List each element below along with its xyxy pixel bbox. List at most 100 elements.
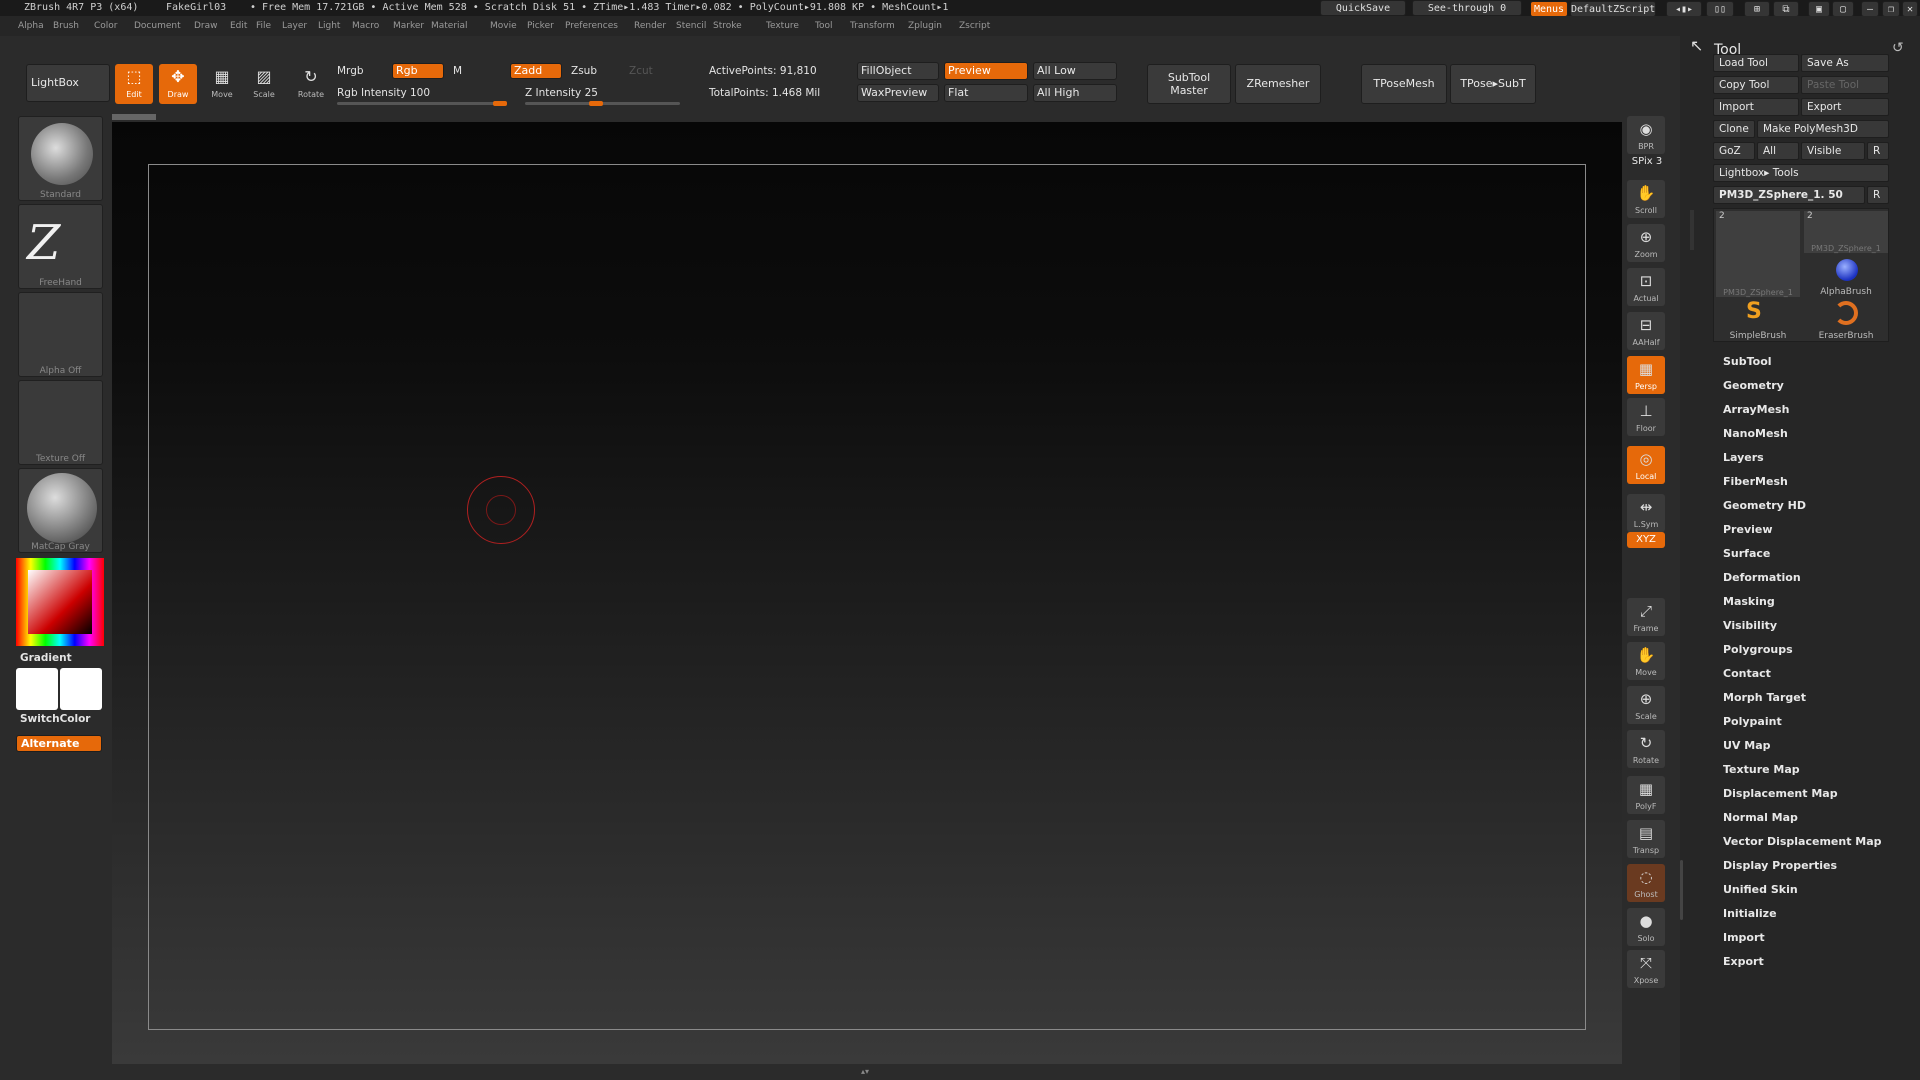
xyz-button[interactable]: ✣XYZ [1627, 532, 1665, 548]
goz-all-button[interactable]: All [1757, 142, 1799, 160]
paste-tool-button[interactable]: Paste Tool [1801, 76, 1889, 94]
menu-brush[interactable]: Brush [53, 16, 79, 36]
flat-button[interactable]: Flat [944, 84, 1028, 102]
switchcolor-button[interactable]: SwitchColor [20, 713, 91, 725]
window-layout-icon[interactable]: ⊞ [1744, 1, 1770, 17]
tool-thumb-simplebrush[interactable]: S SimpleBrush [1716, 299, 1800, 341]
menu-zplugin[interactable]: Zplugin [908, 16, 942, 36]
menu-stroke[interactable]: Stroke [713, 16, 742, 36]
subpalette-geometry[interactable]: Geometry [1723, 379, 1784, 392]
menu-movie[interactable]: Movie [490, 16, 517, 36]
all-low-button[interactable]: All Low [1033, 62, 1117, 80]
tool-thumb-eraserbrush[interactable]: EraserBrush [1804, 299, 1888, 341]
menu-layer[interactable]: Layer [282, 16, 307, 36]
polyf-button[interactable]: ▦ PolyF [1627, 776, 1665, 814]
color-picker[interactable] [16, 558, 104, 646]
lightbox-button[interactable]: LightBox [26, 64, 110, 102]
brush-selector[interactable]: Standard [18, 116, 103, 201]
zsub-button[interactable]: Zsub [571, 65, 597, 77]
tool-palette-pin-icon[interactable]: ↖ [1690, 36, 1703, 55]
rotate-button[interactable]: ↻ Rotate [1627, 730, 1665, 768]
rotate-button[interactable]: ↻ Rotate [292, 64, 330, 104]
goz-button[interactable]: GoZ [1713, 142, 1755, 160]
subpalette-polypaint[interactable]: Polypaint [1723, 715, 1782, 728]
tool-thumb-zsphere-a[interactable]: 2 PM3D_ZSphere_1 [1716, 211, 1800, 297]
menu-stencil[interactable]: Stencil [676, 16, 706, 36]
subpalette-surface[interactable]: Surface [1723, 547, 1770, 560]
copy-tool-button[interactable]: Copy Tool [1713, 76, 1799, 94]
main-color-swatch[interactable] [16, 668, 58, 710]
l-sym-button[interactable]: ⇹ L.Sym [1627, 494, 1665, 532]
quicksave-button[interactable]: QuickSave [1320, 0, 1406, 16]
menu-texture[interactable]: Texture [766, 16, 799, 36]
menu-marker[interactable]: Marker [393, 16, 424, 36]
m-button[interactable]: M [453, 65, 462, 77]
subpalette-visibility[interactable]: Visibility [1723, 619, 1777, 632]
menu-document[interactable]: Document [134, 16, 181, 36]
spix-slider[interactable]: SPix 3 [1629, 156, 1665, 167]
all-high-button[interactable]: All High [1033, 84, 1117, 102]
fillobject-button[interactable]: FillObject [857, 62, 939, 80]
material-selector[interactable]: MatCap Gray [18, 468, 103, 553]
canvas-scrollbar[interactable] [112, 114, 156, 120]
subtool-master-button[interactable]: SubTool Master [1147, 64, 1231, 104]
stroke-selector[interactable]: Z FreeHand [18, 204, 103, 289]
tposemesh-button[interactable]: TPoseMesh [1361, 64, 1447, 104]
subpalette-import[interactable]: Import [1723, 931, 1765, 944]
solo-button[interactable]: ● Solo [1627, 908, 1665, 946]
subpalette-export[interactable]: Export [1723, 955, 1764, 968]
close-icon[interactable]: ✕ [1902, 1, 1918, 17]
save-as-button[interactable]: Save As [1801, 54, 1889, 72]
maximize-icon[interactable]: ❐ [1882, 1, 1900, 17]
local-button[interactable]: ◎ Local [1627, 446, 1665, 484]
menu-zscript[interactable]: Zscript [959, 16, 990, 36]
subpalette-subtool[interactable]: SubTool [1723, 355, 1772, 368]
lock-icon[interactable]: ▣ [1808, 1, 1830, 17]
alpha-selector[interactable]: Alpha Off [18, 292, 103, 377]
goz-visible-button[interactable]: Visible [1801, 142, 1865, 160]
load-tool-button[interactable]: Load Tool [1713, 54, 1799, 72]
subpalette-displacement-map[interactable]: Displacement Map [1723, 787, 1838, 800]
preview-button[interactable]: Preview [944, 62, 1028, 80]
goz-r-button[interactable]: R [1867, 142, 1889, 160]
subpalette-morph-target[interactable]: Morph Target [1723, 691, 1806, 704]
subpalette-texture-map[interactable]: Texture Map [1723, 763, 1800, 776]
layout-icon[interactable]: ▯▯ [1706, 1, 1734, 17]
scale-button[interactable]: ▨ Scale [245, 64, 283, 104]
menu-alpha[interactable]: Alpha [18, 16, 44, 36]
subpalette-arraymesh[interactable]: ArrayMesh [1723, 403, 1789, 416]
zremesher-button[interactable]: ZRemesher [1235, 64, 1321, 104]
make-polymesh-button[interactable]: Make PolyMesh3D [1757, 120, 1889, 138]
menu-file[interactable]: File [256, 16, 271, 36]
secondary-color-swatch[interactable] [60, 668, 102, 710]
subpalette-deformation[interactable]: Deformation [1723, 571, 1801, 584]
draw-button[interactable]: ✥ Draw [159, 64, 197, 104]
trash-icon[interactable]: ▢ [1832, 1, 1854, 17]
scroll-button[interactable]: ✋ Scroll [1627, 180, 1665, 218]
menu-macro[interactable]: Macro [352, 16, 379, 36]
menu-picker[interactable]: Picker [527, 16, 554, 36]
zcut-button[interactable]: Zcut [629, 65, 653, 77]
texture-selector[interactable]: Texture Off [18, 380, 103, 465]
subpalette-display-properties[interactable]: Display Properties [1723, 859, 1837, 872]
menu-preferences[interactable]: Preferences [565, 16, 618, 36]
refresh-icon[interactable]: ↺ [1892, 40, 1904, 56]
subpalette-preview[interactable]: Preview [1723, 523, 1773, 536]
subpalette-unified-skin[interactable]: Unified Skin [1723, 883, 1798, 896]
xpose-button[interactable]: ⤧ Xpose [1627, 950, 1665, 988]
menu-edit[interactable]: Edit [230, 16, 247, 36]
menus-button[interactable]: Menus [1530, 1, 1568, 17]
tray-toggle-icon[interactable]: ▴▾ [800, 1068, 930, 1076]
floor-button[interactable]: ⊥ Floor [1627, 398, 1665, 436]
frame-button[interactable]: ⤢ Frame [1627, 598, 1665, 636]
subpalette-initialize[interactable]: Initialize [1723, 907, 1777, 920]
subpalette-polygroups[interactable]: Polygroups [1723, 643, 1793, 656]
current-tool-r-button[interactable]: R [1867, 186, 1889, 204]
tool-thumb-zsphere-b[interactable]: 2 PM3D_ZSphere_1 [1804, 211, 1888, 253]
window-layout-icon[interactable]: ⧉ [1773, 1, 1799, 17]
bpr-button[interactable]: ◉ BPR [1627, 116, 1665, 154]
move-button[interactable]: ✋ Move [1627, 642, 1665, 680]
z-intensity-slider[interactable] [525, 101, 680, 106]
layout-icon[interactable]: ◂▮▸ [1666, 1, 1702, 17]
menu-draw[interactable]: Draw [194, 16, 218, 36]
